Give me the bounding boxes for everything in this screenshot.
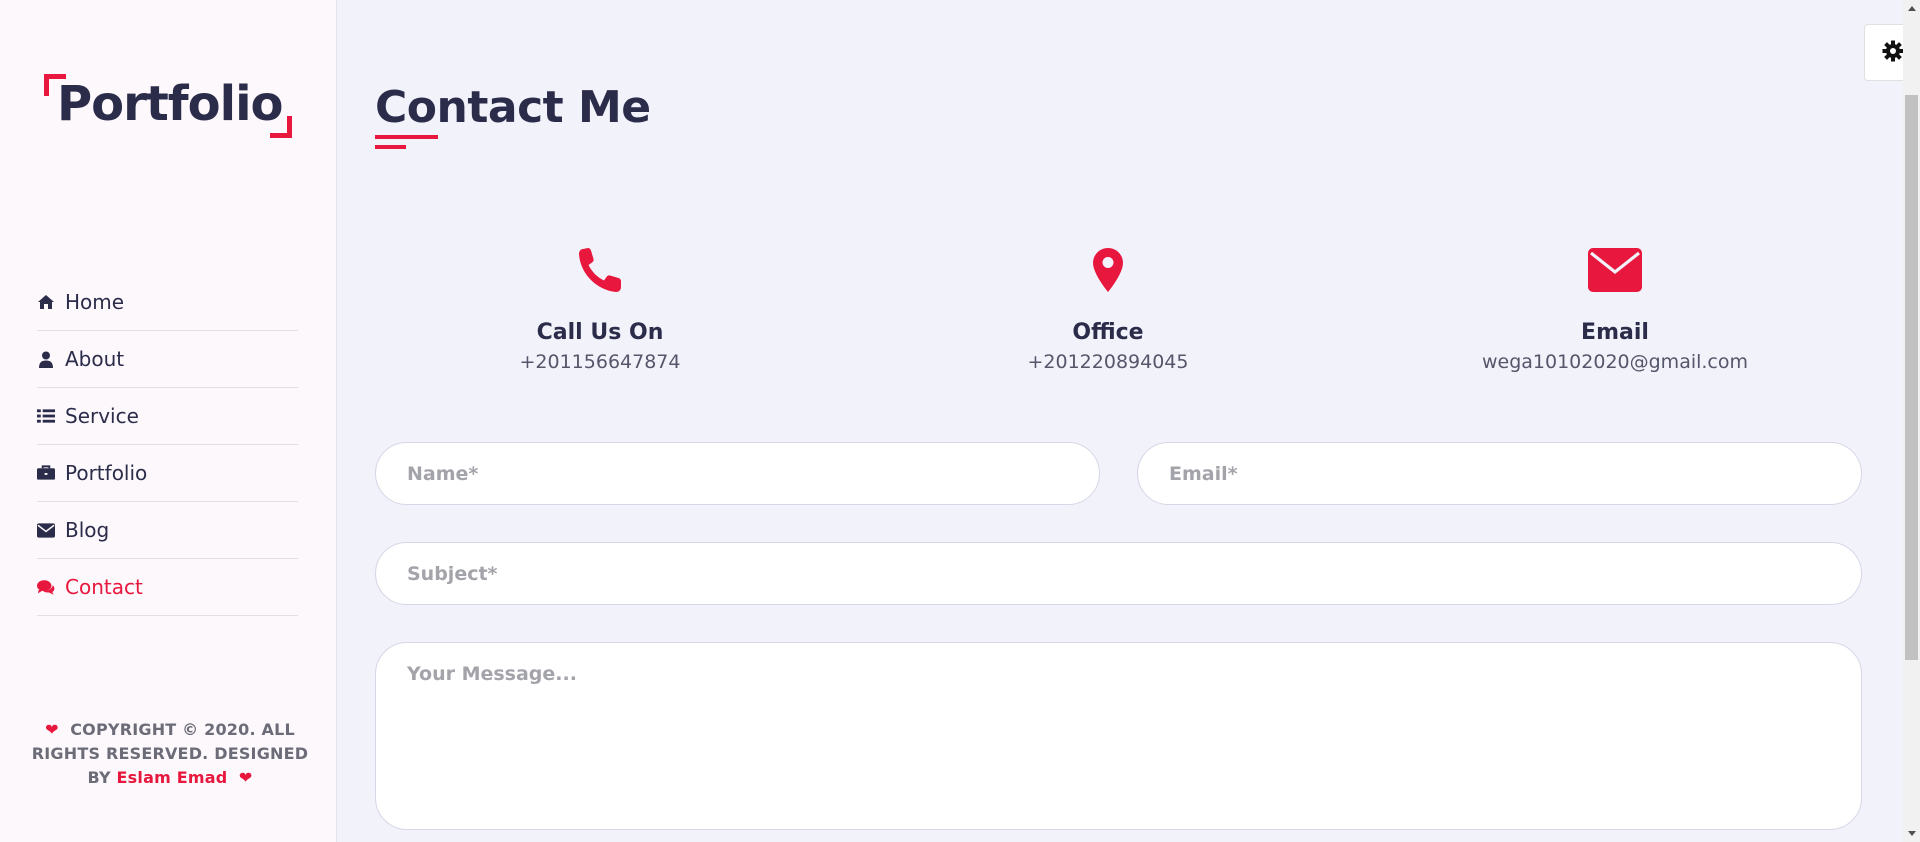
info-title: Office (1072, 320, 1144, 345)
subject-field[interactable] (375, 542, 1862, 605)
info-title: Call Us On (536, 320, 664, 345)
sidebar-nav: Home About Service Portfolio Blog Contac… (37, 274, 298, 616)
info-value[interactable]: +201156647874 (410, 351, 790, 373)
info-call: Call Us On +201156647874 (410, 242, 790, 373)
user-icon (37, 350, 55, 368)
author-link[interactable]: Eslam Emad (117, 768, 228, 787)
sidebar-item-label: Portfolio (65, 461, 148, 485)
comments-icon (37, 578, 55, 596)
logo-text: Portfolio (57, 76, 284, 132)
list-icon (37, 407, 55, 425)
page-title: Contact Me (375, 82, 651, 133)
heart-icon: ❤ (238, 768, 253, 787)
envelope-icon (37, 521, 55, 539)
briefcase-icon (37, 464, 55, 482)
phone-icon (410, 242, 790, 298)
message-field[interactable] (375, 642, 1862, 830)
home-icon (37, 293, 55, 311)
sidebar-item-portfolio[interactable]: Portfolio (37, 445, 298, 502)
info-title: Email (1581, 320, 1649, 345)
sidebar: Portfolio Home About Service Portfolio B… (0, 0, 337, 842)
sidebar-item-about[interactable]: About (37, 331, 298, 388)
sidebar-item-contact[interactable]: Contact (37, 559, 298, 616)
sidebar-item-home[interactable]: Home (37, 274, 298, 331)
sidebar-item-blog[interactable]: Blog (37, 502, 298, 559)
copyright-text: ❤ COPYRIGHT © 2020. ALL RIGHTS RESERVED.… (30, 718, 310, 790)
scroll-up-arrow-icon[interactable] (1903, 0, 1920, 17)
info-email: Email wega10102020@gmail.com (1425, 242, 1805, 373)
sidebar-item-label: Blog (65, 518, 110, 542)
info-value[interactable]: +201220894045 (918, 351, 1298, 373)
envelope-icon (1425, 242, 1805, 298)
map-marker-icon (918, 242, 1298, 298)
sidebar-item-label: Home (65, 290, 125, 314)
title-underline (375, 135, 438, 139)
scrollbar[interactable] (1903, 0, 1920, 842)
sidebar-item-label: About (65, 347, 125, 371)
sidebar-item-label: Service (65, 404, 139, 428)
sidebar-item-label: Contact (65, 575, 143, 599)
info-office: Office +201220894045 (918, 242, 1298, 373)
logo[interactable]: Portfolio (44, 74, 292, 138)
title-underline (375, 145, 406, 149)
name-field[interactable] (375, 442, 1100, 505)
heart-icon: ❤ (45, 720, 59, 739)
scrollbar-thumb[interactable] (1905, 95, 1918, 660)
main-content: Contact Me Call Us On +201156647874 Offi… (375, 0, 1862, 842)
gear-icon (1882, 40, 1904, 66)
scroll-down-arrow-icon[interactable] (1903, 825, 1920, 842)
sidebar-item-service[interactable]: Service (37, 388, 298, 445)
email-field[interactable] (1137, 442, 1862, 505)
info-value[interactable]: wega10102020@gmail.com (1425, 351, 1805, 373)
logo-bracket-bottom-right (270, 116, 292, 138)
